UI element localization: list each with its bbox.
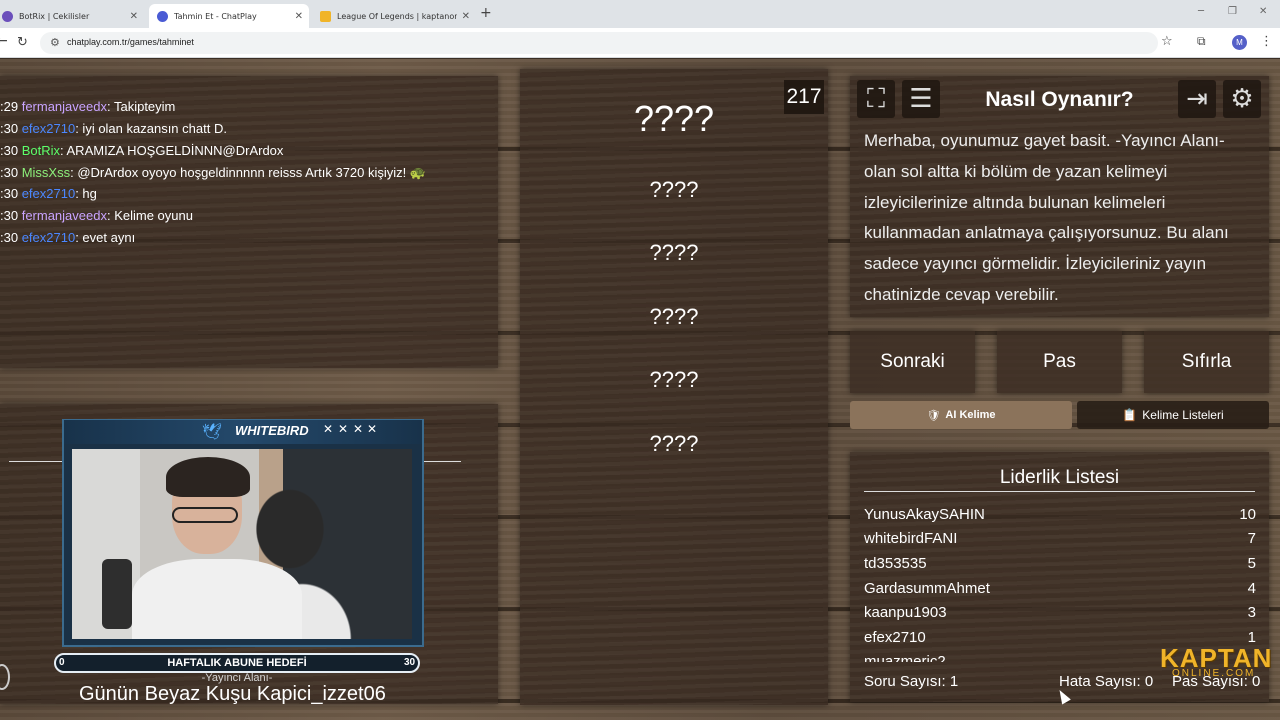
chat-message: :30 fermanjaveedx: Kelime oyunu bbox=[0, 208, 193, 223]
leaderboard-list[interactable]: YunusAkaySAHIN 10 whitebirdFANI 7 td353535… bbox=[864, 502, 1256, 662]
x-mark-icon: ✕ bbox=[353, 422, 364, 436]
settings-gear-icon[interactable]: ⚙ bbox=[1223, 80, 1261, 118]
forbidden-word: ???? bbox=[649, 177, 699, 202]
reset-button[interactable]: Sıfırla bbox=[1144, 331, 1269, 393]
person-hair bbox=[166, 457, 250, 497]
chat-message: :30 efex2710: evet aynı bbox=[0, 230, 136, 245]
minimize-icon[interactable]: ─ bbox=[1198, 6, 1204, 17]
forbidden-word: ???? bbox=[649, 304, 699, 329]
leaderboard-row: kaanpu1903 3 bbox=[864, 604, 1256, 622]
chat-message: :30 BotRix: ARAMIZA HOŞGELDİNNN@DrArdox bbox=[0, 143, 284, 158]
microphone bbox=[102, 559, 132, 629]
word-lists-button[interactable]: 📋 Kelime Listeleri bbox=[1077, 401, 1269, 429]
chat-username[interactable]: BotRix bbox=[22, 143, 60, 158]
leaderboard-title: Liderlik Listesi bbox=[999, 467, 1120, 488]
ai-word-label: AI Kelime bbox=[945, 409, 996, 421]
divider bbox=[864, 491, 1255, 492]
chat-username[interactable]: MissXss bbox=[22, 165, 70, 180]
leaderboard-row: YunusAkaySAHIN 10 bbox=[864, 505, 1256, 523]
close-icon[interactable]: ✕ bbox=[295, 11, 303, 22]
goal-max: 30 bbox=[404, 657, 416, 668]
close-icon[interactable]: ✕ bbox=[130, 11, 138, 22]
forbidden-word: ???? bbox=[649, 367, 699, 392]
chat-username[interactable]: fermanjaveedx bbox=[22, 208, 107, 223]
webcam-video bbox=[72, 449, 412, 639]
goal-label: HAFTALIK ABUNE HEDEFİ bbox=[167, 657, 307, 669]
webcam-name: WHITEBIRD bbox=[235, 423, 309, 438]
site-info-icon[interactable]: ⚙ bbox=[50, 36, 60, 49]
leaderboard-row: GardasummAhmet 4 bbox=[864, 579, 1256, 597]
shield-icon: 🛡 bbox=[926, 409, 941, 422]
chat-message: :30 efex2710: iyi olan kazansın chatt D. bbox=[0, 121, 227, 136]
kaptan-logo-sub: ONLINE.COM bbox=[1172, 668, 1256, 679]
browser-tab-bar: BotRix | Cekilisler ✕ Tahmin Et - ChatPl… bbox=[0, 0, 1280, 28]
url-text[interactable]: chatplay.com.tr/games/tahminet bbox=[67, 37, 194, 47]
person-body bbox=[132, 559, 302, 639]
omnibox[interactable]: ⚙ chatplay.com.tr/games/tahminet bbox=[40, 32, 1158, 54]
error-count: Hata Sayısı: 0 bbox=[1059, 673, 1154, 690]
divider bbox=[9, 461, 63, 462]
question-count: Soru Sayısı: 1 bbox=[864, 673, 959, 690]
leaderboard-row: td353535 5 bbox=[864, 554, 1256, 572]
tab-title: BotRix | Cekilisler bbox=[19, 11, 90, 21]
chatplay-favicon-icon bbox=[157, 10, 168, 22]
back-arrow-icon[interactable]: ← bbox=[0, 33, 8, 49]
ai-word-button[interactable]: 🛡 AI Kelime bbox=[850, 401, 1072, 429]
reload-icon[interactable]: ↻ bbox=[17, 35, 28, 50]
x-mark-icon: ✕ bbox=[367, 422, 378, 436]
close-icon[interactable]: ✕ bbox=[462, 11, 470, 22]
chat-username[interactable]: fermanjaveedx bbox=[22, 99, 107, 114]
glasses bbox=[172, 507, 238, 523]
tab-kaptanonline[interactable]: League Of Legends | kaptanonl ✕ bbox=[312, 4, 476, 28]
logout-icon[interactable]: ⇥ bbox=[1178, 80, 1216, 118]
botrix-favicon-icon bbox=[2, 10, 13, 22]
kaptan-favicon-icon bbox=[320, 10, 331, 22]
x-mark-icon: ✕ bbox=[323, 422, 334, 436]
chat-username[interactable]: efex2710 bbox=[22, 230, 76, 245]
bottom-caption: Günün Beyaz Kuşu Kapici_izzet06 bbox=[79, 683, 386, 705]
leaderboard-row: whitebirdFANI 7 bbox=[864, 530, 1256, 548]
chat-message: :30 MissXss: @DrArdox oyoyo hoşgeldinnnn… bbox=[0, 165, 427, 180]
extensions-icon[interactable]: ⧉ bbox=[1197, 34, 1206, 49]
address-toolbar: ← ↻ ⚙ chatplay.com.tr/games/tahminet bbox=[0, 28, 1280, 58]
kebab-menu-icon[interactable]: ⋮ bbox=[1260, 34, 1273, 49]
window-close-icon[interactable]: ✕ bbox=[1259, 6, 1267, 17]
howto-text: Merhaba, oyunumuz gayet basit. -Yayıncı … bbox=[864, 131, 1229, 304]
next-button[interactable]: Sonraki bbox=[850, 331, 975, 393]
word-lists-label: Kelime Listeleri bbox=[1142, 408, 1224, 422]
chat-username[interactable]: efex2710 bbox=[22, 121, 76, 136]
divider bbox=[424, 461, 461, 462]
tab-title: League Of Legends | kaptanonl bbox=[337, 11, 457, 21]
forbidden-word: ???? bbox=[649, 431, 699, 456]
new-tab-plus-icon[interactable]: + bbox=[480, 5, 492, 21]
twitter-bird-icon: 🕊 bbox=[202, 422, 223, 441]
restore-icon[interactable]: ❐ bbox=[1228, 6, 1237, 17]
forbidden-word: ???? bbox=[649, 240, 699, 265]
tab-title: Tahmin Et - ChatPlay bbox=[174, 11, 257, 21]
chat-username[interactable]: efex2710 bbox=[22, 186, 76, 201]
pass-button[interactable]: Pas bbox=[997, 331, 1122, 393]
chat-message: :29 fermanjaveedx: Takipteyim bbox=[0, 99, 176, 114]
tab-chatplay[interactable]: Tahmin Et - ChatPlay ✕ bbox=[149, 4, 309, 28]
profile-avatar[interactable]: M bbox=[1232, 35, 1247, 50]
clipboard-icon: 📋 bbox=[1122, 408, 1138, 422]
tab-botrix[interactable]: BotRix | Cekilisler ✕ bbox=[0, 4, 144, 28]
chat-message: :30 efex2710: hg bbox=[0, 186, 97, 201]
bookmark-star-icon[interactable]: ☆ bbox=[1161, 34, 1173, 49]
x-mark-icon: ✕ bbox=[338, 422, 349, 436]
main-word: ???? bbox=[633, 98, 715, 139]
